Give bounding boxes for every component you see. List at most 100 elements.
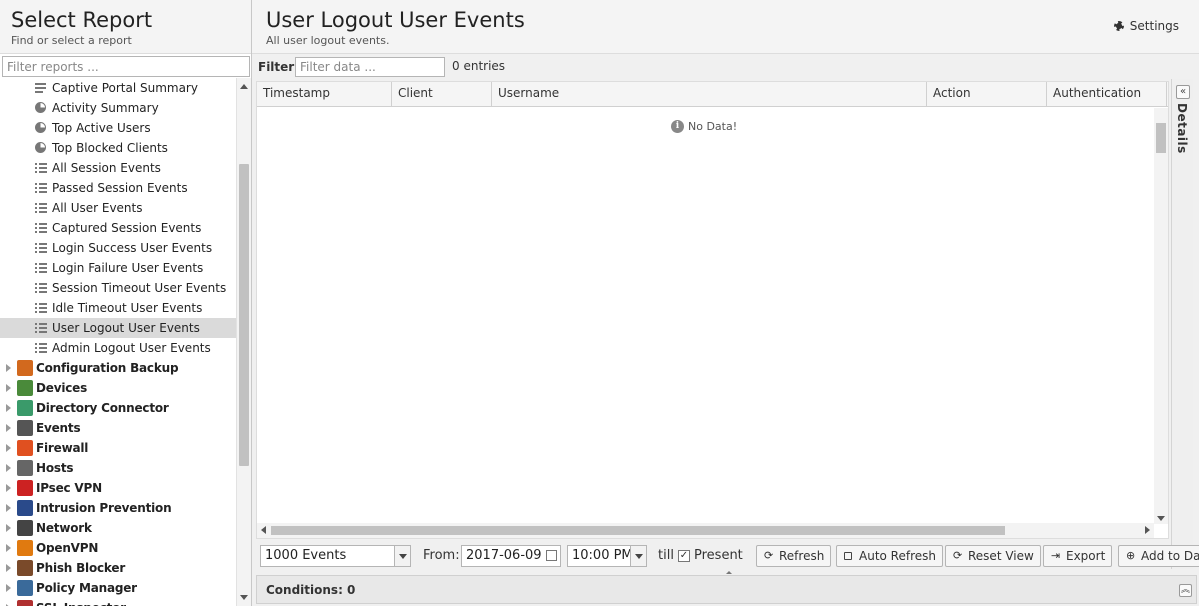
expand-arrow-icon[interactable] <box>6 484 11 492</box>
grid-horizontal-scrollbar[interactable] <box>257 523 1154 538</box>
app-folder[interactable]: Phish Blocker <box>0 558 236 578</box>
configuration-backup-icon <box>17 360 33 376</box>
expand-arrow-icon[interactable] <box>6 584 11 592</box>
reset-view-button[interactable]: ⟳ Reset View <box>945 545 1041 567</box>
report-item-label: Login Failure User Events <box>52 261 204 275</box>
app-folder-label: Network <box>36 521 92 535</box>
expand-arrow-icon[interactable] <box>6 444 11 452</box>
report-item[interactable]: Top Blocked Clients <box>0 138 236 158</box>
openvpn-icon <box>17 540 33 556</box>
report-item[interactable]: Admin Logout User Events <box>0 338 236 358</box>
report-item[interactable]: Top Active Users <box>0 118 236 138</box>
from-date-field[interactable]: 2017-06-09 <box>461 545 561 567</box>
refresh-icon: ⟳ <box>764 549 774 562</box>
from-time-field[interactable]: 10:00 PM <box>567 545 647 567</box>
grid-vertical-scrollbar[interactable] <box>1154 108 1168 524</box>
report-item-label: Activity Summary <box>52 101 159 115</box>
report-item[interactable]: Session Timeout User Events <box>0 278 236 298</box>
settings-label: Settings <box>1129 19 1179 33</box>
column-header-client[interactable]: Client <box>392 82 492 107</box>
report-item[interactable]: Passed Session Events <box>0 178 236 198</box>
expand-arrow-icon[interactable] <box>6 464 11 472</box>
scrollbar-thumb[interactable] <box>1156 123 1166 153</box>
report-item[interactable]: Captive Portal Summary <box>0 78 236 98</box>
app-folder[interactable]: SSL Inspector <box>0 598 236 606</box>
app-folder[interactable]: Directory Connector <box>0 398 236 418</box>
app-folder[interactable]: IPsec VPN <box>0 478 236 498</box>
report-item[interactable]: Captured Session Events <box>0 218 236 238</box>
report-tree-scrollbar[interactable] <box>236 78 251 606</box>
text-lines-icon <box>35 83 46 93</box>
app-folder[interactable]: Hosts <box>0 458 236 478</box>
report-item[interactable]: Login Success User Events <box>0 238 236 258</box>
present-label: Present <box>694 548 743 563</box>
pie-chart-icon <box>35 122 46 133</box>
report-item[interactable]: Activity Summary <box>0 98 236 118</box>
scroll-up-arrow-icon[interactable] <box>240 84 248 89</box>
phish-blocker-icon <box>17 560 33 576</box>
expand-arrow-icon[interactable] <box>6 424 11 432</box>
expand-arrow-icon[interactable] <box>6 364 11 372</box>
add-to-dashboard-button[interactable]: ⊕ Add to Da <box>1118 545 1199 567</box>
app-folder-label: Firewall <box>36 441 89 455</box>
column-header-authentication[interactable]: Authentication <box>1047 82 1167 107</box>
chevron-down-icon[interactable] <box>394 546 410 566</box>
filter-reports-input[interactable] <box>2 56 250 77</box>
expand-arrow-icon[interactable] <box>6 504 11 512</box>
column-header-timestamp[interactable]: Timestamp <box>257 82 392 107</box>
list-icon <box>35 183 47 193</box>
report-item[interactable]: Login Failure User Events <box>0 258 236 278</box>
app-folder[interactable]: Policy Manager <box>0 578 236 598</box>
chevron-down-icon[interactable] <box>630 546 646 566</box>
details-label[interactable]: Details <box>1175 103 1189 154</box>
scroll-left-arrow-icon[interactable] <box>261 526 266 534</box>
list-icon <box>35 163 47 173</box>
report-item[interactable]: All User Events <box>0 198 236 218</box>
app-folder[interactable]: Events <box>0 418 236 438</box>
app-folder-label: Directory Connector <box>36 401 169 415</box>
column-header-action[interactable]: Action <box>927 82 1047 107</box>
calendar-icon[interactable] <box>546 550 557 561</box>
scrollbar-thumb[interactable] <box>271 526 1005 535</box>
app-folder[interactable]: Intrusion Prevention <box>0 498 236 518</box>
conditions-panel[interactable]: Conditions: 0 ︽ <box>256 575 1197 604</box>
expand-arrow-icon[interactable] <box>6 544 11 552</box>
expand-conditions-icon[interactable]: ︽ <box>1179 584 1192 597</box>
no-data-text: No Data! <box>688 120 738 133</box>
report-item[interactable]: User Logout User Events <box>0 318 236 338</box>
app-folder-label: Intrusion Prevention <box>36 501 172 515</box>
present-checkbox[interactable]: ✓ <box>678 550 690 562</box>
report-item[interactable]: Idle Timeout User Events <box>0 298 236 318</box>
data-filter-bar: Filter: 0 entries <box>252 55 1199 79</box>
refresh-button[interactable]: ⟳ Refresh <box>756 545 832 567</box>
scrollbar-thumb[interactable] <box>239 164 249 466</box>
app-folder[interactable]: Devices <box>0 378 236 398</box>
splitter-handle-icon[interactable] <box>726 571 732 574</box>
app-folder[interactable]: Firewall <box>0 438 236 458</box>
settings-button[interactable]: Settings <box>1113 19 1179 33</box>
expand-arrow-icon[interactable] <box>6 404 11 412</box>
scroll-right-arrow-icon[interactable] <box>1145 526 1150 534</box>
expand-details-icon[interactable]: « <box>1176 85 1190 99</box>
details-panel-collapsed[interactable]: « Details <box>1171 79 1193 569</box>
export-button[interactable]: ⇥ Export <box>1043 545 1113 567</box>
from-time-value: 10:00 PM <box>572 548 633 563</box>
report-item[interactable]: All Session Events <box>0 158 236 178</box>
app-folder-label: Configuration Backup <box>36 361 179 375</box>
app-folder[interactable]: OpenVPN <box>0 538 236 558</box>
app-folder[interactable]: Network <box>0 518 236 538</box>
report-item-label: Idle Timeout User Events <box>52 301 203 315</box>
events-limit-value: 1000 Events <box>265 548 347 563</box>
expand-arrow-icon[interactable] <box>6 524 11 532</box>
events-limit-select[interactable]: 1000 Events <box>260 545 411 567</box>
scroll-down-arrow-icon[interactable] <box>240 595 248 600</box>
app-folder[interactable]: Configuration Backup <box>0 358 236 378</box>
filter-data-input[interactable] <box>295 57 445 77</box>
app-folder-label: OpenVPN <box>36 541 99 555</box>
scroll-down-arrow-icon[interactable] <box>1157 516 1165 521</box>
expand-arrow-icon[interactable] <box>6 564 11 572</box>
expand-arrow-icon[interactable] <box>6 384 11 392</box>
auto-refresh-button[interactable]: Auto Refresh <box>836 545 943 567</box>
ipsec-vpn-icon <box>17 480 33 496</box>
column-header-username[interactable]: Username <box>492 82 927 107</box>
